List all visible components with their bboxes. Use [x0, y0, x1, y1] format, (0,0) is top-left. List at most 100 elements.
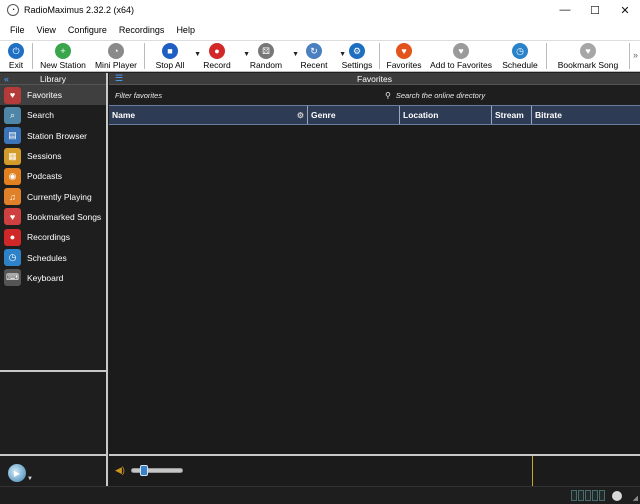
- library-header: « Library: [0, 73, 106, 85]
- sidebar-item-label: Sessions: [27, 151, 62, 162]
- panel-header: ☰ Favorites: [109, 73, 640, 85]
- online-search-input[interactable]: ⚲ Search the online directory: [381, 91, 485, 100]
- library-title: Library: [40, 73, 66, 84]
- resize-grip-icon[interactable]: ◢: [633, 494, 638, 502]
- sidebar-item-label: Keyboard: [27, 272, 64, 283]
- player-bar: ◀): [109, 454, 640, 486]
- music-icon: ♫: [4, 188, 21, 206]
- sidebar-item-schedules[interactable]: ◷ Schedules: [0, 247, 106, 267]
- sidebar-item-label: Search: [27, 110, 54, 121]
- toolbar-label: Stop All: [155, 60, 185, 70]
- maximize-button[interactable]: ☐: [580, 0, 610, 20]
- gear-icon: ⚙: [349, 43, 365, 59]
- sidebar-item-currently-playing[interactable]: ♫ Currently Playing: [0, 186, 106, 206]
- toolbar-label: Record: [203, 60, 231, 70]
- settings-button[interactable]: ⚙ Settings: [340, 41, 374, 72]
- window-title: RadioMaximus 2.32.2 (x64): [24, 5, 135, 15]
- mini-player-button[interactable]: ◔ Mini Player: [93, 41, 139, 72]
- browser-icon: ▤: [4, 127, 21, 145]
- volume-slider[interactable]: [131, 465, 183, 476]
- level-meter-segment: [578, 490, 584, 501]
- toolbar-label: Random: [249, 60, 283, 70]
- bookmark-song-button[interactable]: ♥ Bookmark Song: [552, 41, 624, 72]
- recent-button[interactable]: ↻ Recent ▼: [293, 41, 346, 72]
- exit-button[interactable]: ⏻ Exit: [5, 41, 27, 72]
- menu-configure[interactable]: Configure: [62, 25, 113, 35]
- sidebar-item-recordings[interactable]: ● Recordings: [0, 227, 106, 247]
- keyboard-icon: ⌨: [4, 269, 21, 287]
- favorites-panel: ☰ Favorites Filter favorites ⚲ Search th…: [109, 73, 640, 454]
- random-button[interactable]: ⚄ Random ▼: [244, 41, 299, 72]
- schedule-button[interactable]: ◷ Schedule: [499, 41, 541, 72]
- status-indicator-icon: [612, 491, 622, 501]
- panel-title: Favorites: [357, 73, 392, 84]
- speaker-icon[interactable]: ◀): [115, 465, 125, 476]
- toolbar-overflow-icon[interactable]: »: [633, 50, 638, 60]
- add-to-favorites-button[interactable]: ♥ Add to Favorites: [428, 41, 494, 72]
- sidebar-item-station-browser[interactable]: ▤ Station Browser: [0, 126, 106, 146]
- volume-slider-handle[interactable]: [140, 465, 148, 476]
- toolbar-label: Exit: [8, 60, 24, 70]
- player-control-icon[interactable]: ▶: [8, 464, 26, 482]
- panel-menu-icon[interactable]: ☰: [109, 73, 125, 84]
- column-name-label: Name: [112, 110, 136, 120]
- search-icon: ⌕: [4, 106, 21, 124]
- sidebar-item-label: Schedules: [27, 252, 67, 263]
- filter-favorites-input[interactable]: Filter favorites: [115, 91, 381, 100]
- sidebar-lower-pane: [0, 370, 108, 454]
- column-bitrate[interactable]: Bitrate: [532, 106, 639, 124]
- favorites-table-body[interactable]: [109, 125, 640, 453]
- sidebar-item-label: Podcasts: [27, 171, 62, 182]
- menu-file[interactable]: File: [4, 25, 31, 35]
- add-icon: +: [55, 43, 71, 59]
- search-icon: ⚲: [385, 90, 391, 100]
- level-meter-segment: [571, 490, 577, 501]
- stop-all-button[interactable]: ■ Stop All ▼: [150, 41, 201, 72]
- menu-help[interactable]: Help: [170, 25, 201, 35]
- column-bitrate-label: Bitrate: [535, 110, 562, 120]
- new-station-button[interactable]: + New Station: [38, 41, 88, 72]
- sidebar-item-sessions[interactable]: ▦ Sessions: [0, 146, 106, 166]
- toolbar-label: Bookmark Song: [557, 60, 619, 70]
- sidebar-item-search[interactable]: ⌕ Search: [0, 105, 106, 125]
- toolbar-separator: [629, 43, 630, 69]
- column-stream[interactable]: Stream: [492, 106, 532, 124]
- library-sidebar: « Library ♥ Favorites ⌕ Search ▤ Station Brow…: [0, 73, 108, 370]
- toolbar-label: Favorites: [386, 60, 422, 70]
- column-genre-label: Genre: [311, 110, 336, 120]
- column-settings-icon[interactable]: ⚙: [297, 111, 304, 120]
- record-icon: ●: [4, 228, 21, 246]
- favorites-button[interactable]: ♥ Favorites: [385, 41, 423, 72]
- sidebar-item-label: Favorites: [27, 90, 62, 101]
- heart-icon: ♥: [396, 43, 412, 59]
- column-genre[interactable]: Genre: [308, 106, 400, 124]
- sidebar-item-label: Bookmarked Songs: [27, 211, 102, 222]
- bookmark-heart-icon: ♥: [4, 208, 21, 226]
- app-icon: ◔: [7, 4, 19, 16]
- level-divider: [532, 456, 533, 486]
- minimize-button[interactable]: —: [550, 0, 580, 20]
- refresh-icon: ↻: [306, 43, 322, 59]
- sidebar-item-bookmarked-songs[interactable]: ♥ Bookmarked Songs: [0, 207, 106, 227]
- chevron-down-icon[interactable]: ▼: [27, 476, 33, 482]
- add-heart-icon: ♥: [453, 43, 469, 59]
- collapse-icon[interactable]: «: [0, 74, 16, 84]
- mini-player-icon: ◔: [108, 43, 124, 59]
- sidebar-item-favorites[interactable]: ♥ Favorites: [0, 85, 106, 106]
- sidebar-item-podcasts[interactable]: ◉ Podcasts: [0, 166, 106, 186]
- column-location[interactable]: Location: [400, 106, 492, 124]
- menu-recordings[interactable]: Recordings: [113, 25, 171, 35]
- record-icon: ●: [209, 43, 225, 59]
- level-meter-segment: [592, 490, 598, 501]
- close-button[interactable]: ✕: [610, 0, 640, 20]
- sessions-icon: ▦: [4, 147, 21, 165]
- menu-view[interactable]: View: [31, 25, 62, 35]
- column-name[interactable]: Name ⚙: [109, 106, 308, 124]
- record-button[interactable]: ● Record ▼: [195, 41, 250, 72]
- podcast-icon: ◉: [4, 167, 21, 185]
- heart-icon: ♥: [4, 86, 21, 104]
- sidebar-item-keyboard[interactable]: ⌨ Keyboard: [0, 268, 106, 288]
- toolbar-label: Mini Player: [94, 60, 138, 70]
- online-search-placeholder: Search the online directory: [395, 90, 486, 100]
- sidebar-item-label: Station Browser: [27, 130, 87, 141]
